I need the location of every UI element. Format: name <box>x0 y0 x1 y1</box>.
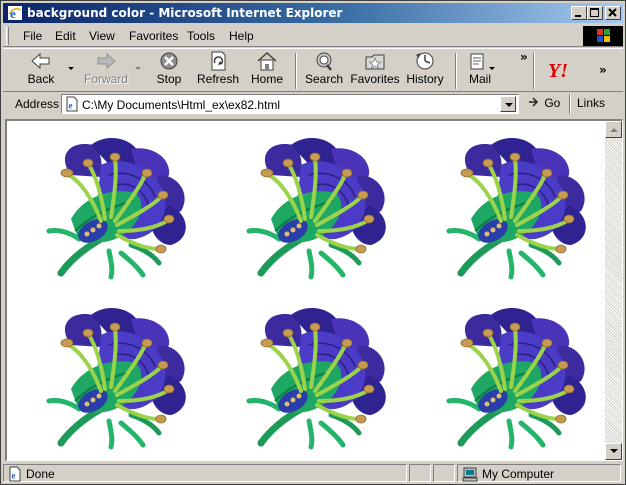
yahoo-button[interactable]: Y! <box>545 57 581 97</box>
flower-image <box>431 305 601 450</box>
page-content <box>7 121 605 460</box>
history-button[interactable]: History <box>405 51 445 91</box>
flower-image <box>231 305 401 450</box>
mail-dropdown[interactable] <box>489 67 495 70</box>
stop-button[interactable]: Stop <box>149 51 189 91</box>
favorites-icon <box>365 54 385 70</box>
menu-bar: File Edit View Favorites Tools Help <box>3 25 623 47</box>
scroll-up-button[interactable] <box>605 121 622 138</box>
home-label: Home <box>250 72 283 86</box>
menu-favorites[interactable]: Favorites <box>129 29 178 43</box>
windows-logo <box>583 26 623 46</box>
address-input[interactable]: e C:\My Documents\Html_ex\ex82.html <box>61 94 519 114</box>
page-viewport <box>5 119 623 461</box>
svg-text:e: e <box>12 471 16 481</box>
scroll-down-button[interactable] <box>605 443 622 460</box>
address-bar: Address e C:\My Documents\Html_ex\ex82.h… <box>3 93 623 115</box>
go-button[interactable]: Go <box>527 96 560 110</box>
window-title: background color - Microsoft Internet Ex… <box>27 6 343 20</box>
links-button[interactable]: Links <box>577 96 605 110</box>
refresh-label: Refresh <box>196 72 240 86</box>
status-zone-pane: My Computer <box>457 464 621 482</box>
menu-grip[interactable] <box>6 27 9 45</box>
standard-toolbar: Back Forward Stop Refresh Home Search Fa… <box>3 48 623 92</box>
address-label: Address <box>15 97 60 111</box>
flower-image <box>31 305 201 450</box>
back-dropdown[interactable] <box>68 67 74 70</box>
vertical-scrollbar[interactable] <box>605 121 622 460</box>
address-url: C:\My Documents\Html_ex\ex82.html <box>82 98 281 112</box>
minimize-button[interactable] <box>571 6 587 20</box>
back-button[interactable]: Back <box>21 51 61 91</box>
windows-flag-icon <box>597 29 610 42</box>
browser-window: e background color - Microsoft Internet … <box>0 0 626 485</box>
home-icon <box>257 51 277 71</box>
close-icon <box>608 8 617 17</box>
stop-label: Stop <box>156 72 182 86</box>
history-icon <box>416 52 434 70</box>
search-icon <box>316 52 332 71</box>
search-label: Search <box>304 72 344 86</box>
security-zone-text: My Computer <box>482 467 555 481</box>
back-arrow-icon <box>31 52 50 70</box>
status-bar: e Done My Computer <box>3 463 623 483</box>
history-label: History <box>406 72 444 86</box>
toolbar-separator-3 <box>533 53 535 89</box>
ie-logo-icon: e <box>8 6 22 21</box>
address-separator <box>569 94 571 114</box>
status-text: Done <box>26 467 55 481</box>
page-document-icon: e <box>66 96 78 112</box>
mail-icon <box>470 53 484 70</box>
toolbar-overflow-chevron[interactable]: » <box>520 50 528 64</box>
yahoo-logo-icon: Y! <box>548 60 568 81</box>
svg-text:Y!: Y! <box>548 60 568 81</box>
status-pane-2 <box>409 464 431 482</box>
stop-icon <box>160 52 178 70</box>
forward-label: Forward <box>83 72 128 86</box>
refresh-button[interactable]: Refresh <box>195 51 241 91</box>
favorites-button[interactable]: Favorites <box>349 51 401 91</box>
status-main-pane: e Done <box>3 464 407 482</box>
title-bar[interactable]: e background color - Microsoft Internet … <box>3 3 623 23</box>
menu-help[interactable]: Help <box>229 29 254 43</box>
flower-image <box>231 135 401 280</box>
address-dropdown-button[interactable] <box>500 96 516 112</box>
page-status-icon: e <box>9 466 21 482</box>
links-overflow-chevron[interactable]: » <box>599 63 607 77</box>
forward-arrow-icon <box>97 52 116 70</box>
menu-tools[interactable]: Tools <box>187 29 215 43</box>
close-button[interactable] <box>605 6 621 20</box>
flower-image <box>31 135 201 280</box>
maximize-button[interactable] <box>587 6 603 20</box>
toolbar-separator <box>295 53 297 89</box>
go-arrow-icon <box>529 97 539 107</box>
back-label: Back <box>27 72 55 86</box>
minimize-icon <box>575 15 581 17</box>
mail-button[interactable]: Mail <box>463 51 497 91</box>
search-button[interactable]: Search <box>303 51 345 91</box>
status-pane-3 <box>433 464 455 482</box>
favorites-label: Favorites <box>350 72 400 86</box>
go-label: Go <box>544 96 561 110</box>
flower-image <box>431 135 601 280</box>
maximize-icon <box>590 8 599 17</box>
forward-dropdown[interactable] <box>135 67 141 70</box>
menu-view[interactable]: View <box>89 29 115 43</box>
computer-icon <box>462 467 478 482</box>
toolbar-separator-2 <box>455 53 457 89</box>
menu-edit[interactable]: Edit <box>55 29 76 43</box>
forward-button[interactable]: Forward <box>81 51 131 91</box>
refresh-icon <box>211 51 226 71</box>
svg-text:e: e <box>69 101 73 111</box>
home-button[interactable]: Home <box>247 51 287 91</box>
mail-label: Mail <box>468 72 491 86</box>
menu-file[interactable]: File <box>23 29 42 43</box>
